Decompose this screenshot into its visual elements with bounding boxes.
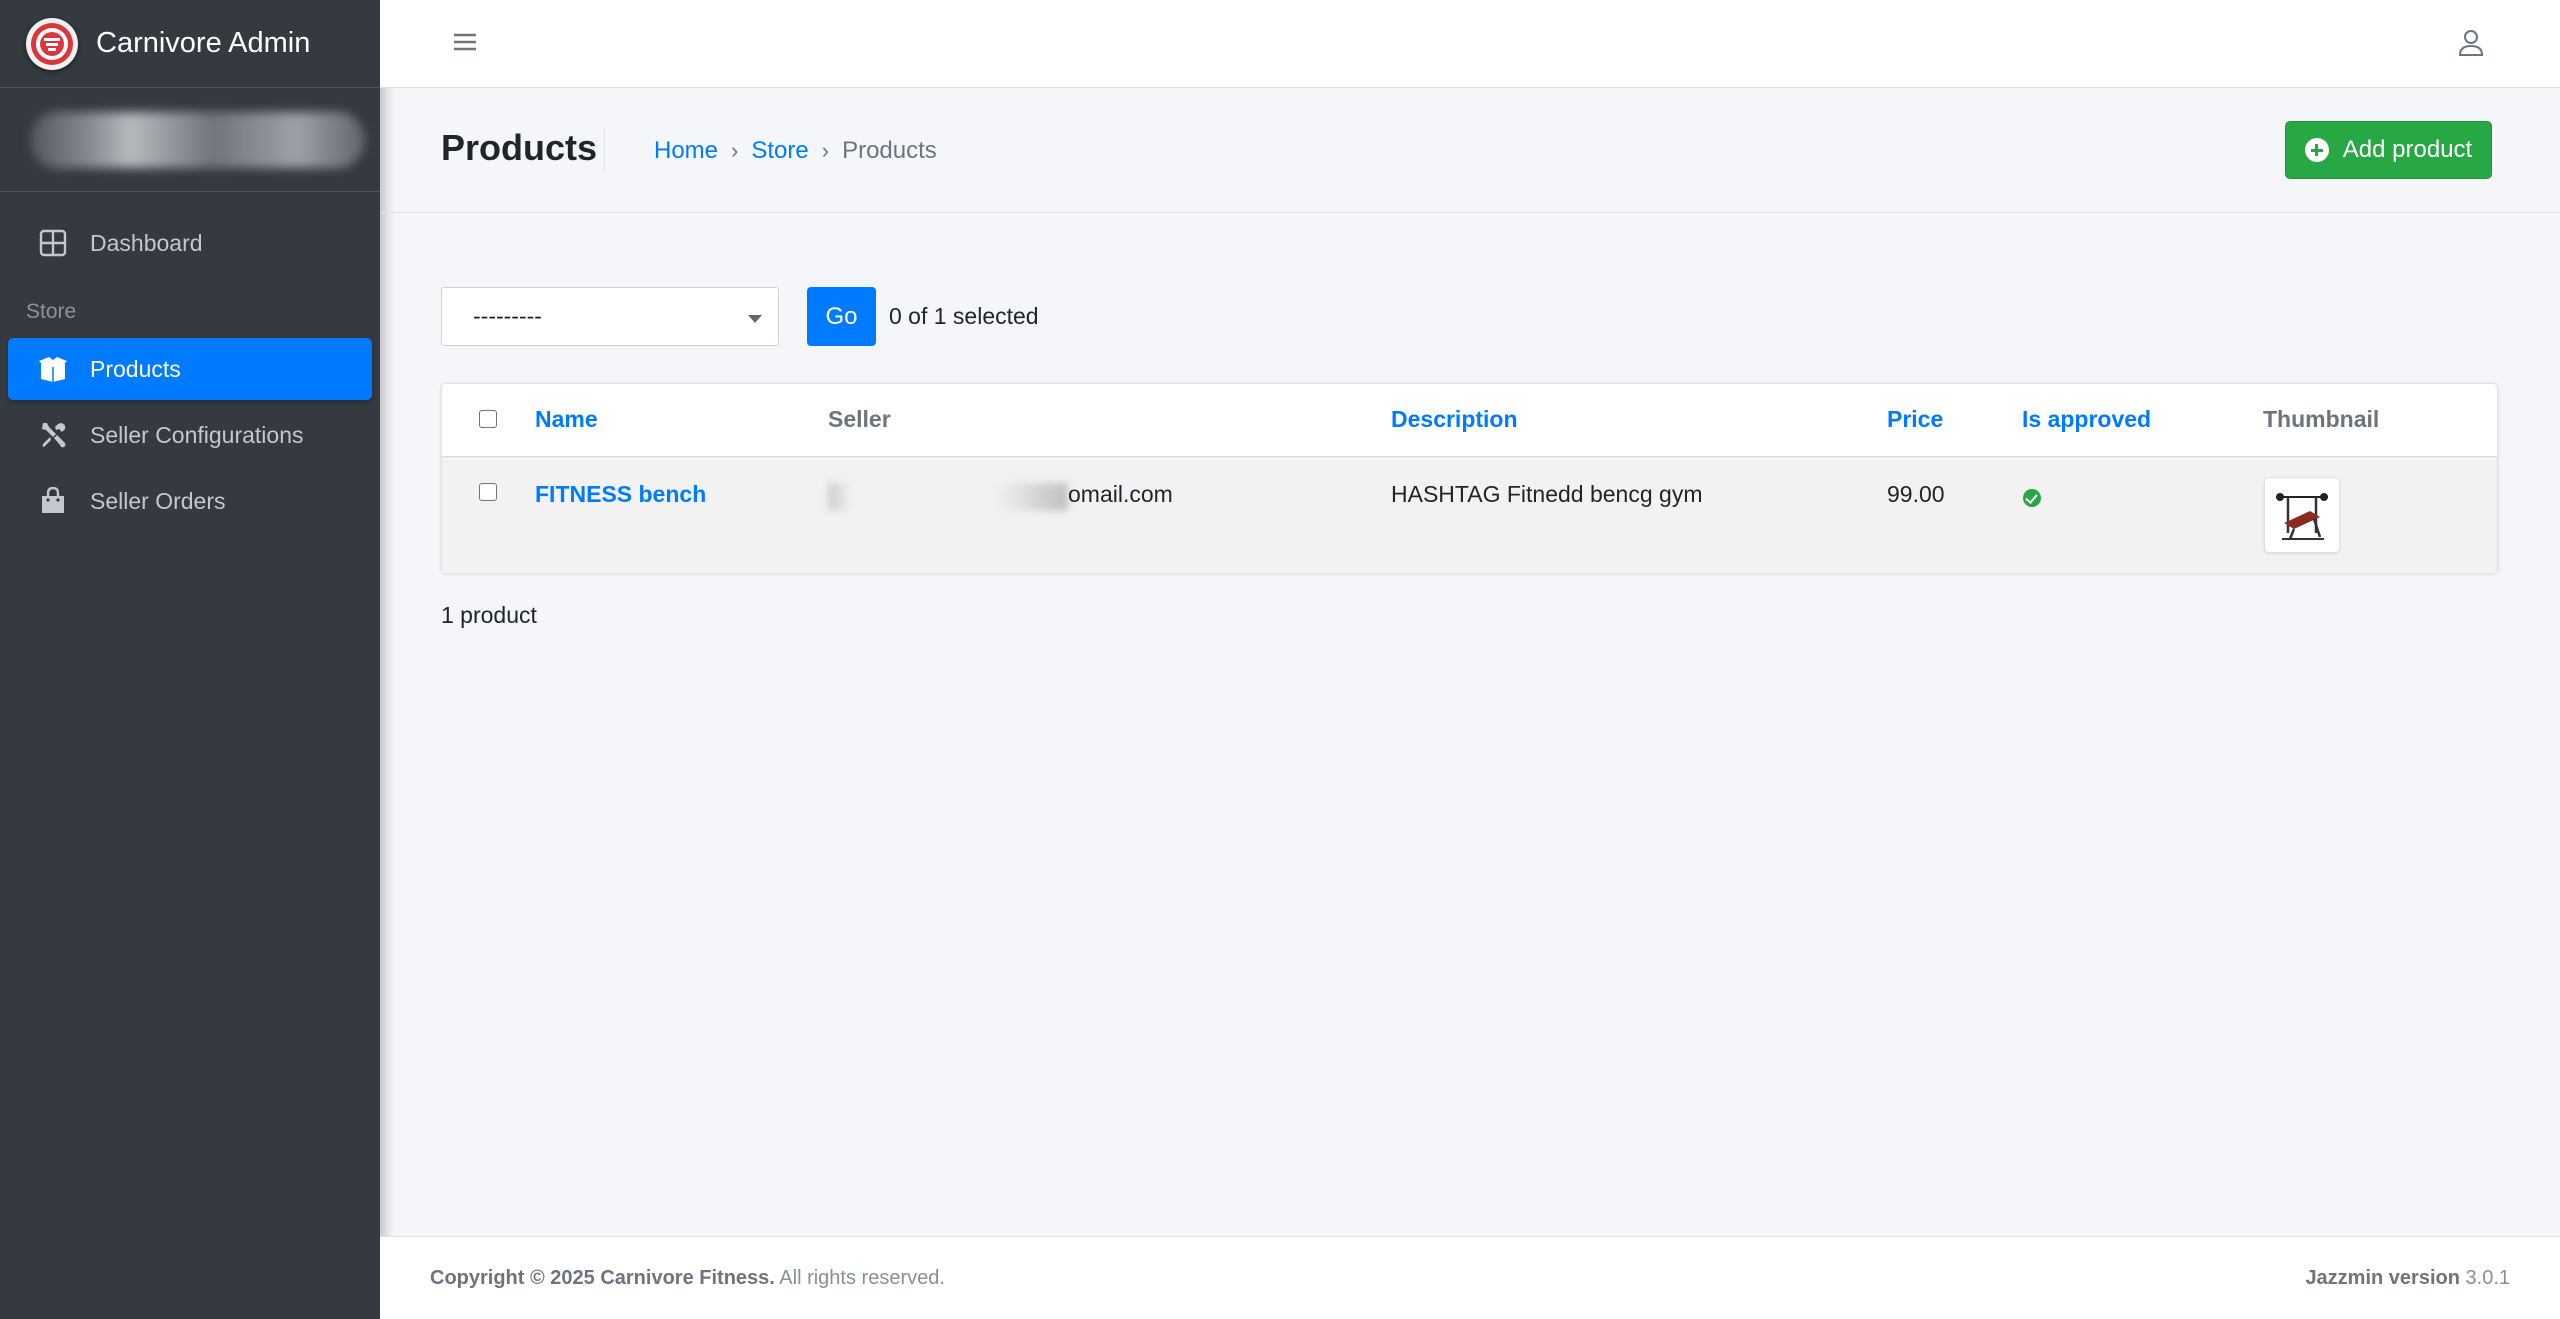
column-price[interactable]: Price (1887, 406, 1943, 433)
select-all-checkbox[interactable] (479, 410, 497, 428)
top-navbar (380, 0, 2560, 88)
brand-text: Carnivore Admin (96, 27, 311, 59)
column-is-approved[interactable]: Is approved (2022, 406, 2151, 433)
title-divider (604, 129, 605, 173)
footer: Copyright © 2025 Carnivore Fitness. All … (380, 1236, 2560, 1319)
products-table: Name Seller Description Price Is approve… (441, 383, 2498, 573)
sidebar-item-dashboard[interactable]: Dashboard (8, 212, 372, 274)
result-count: 1 product (441, 602, 537, 628)
sidebar-item-seller-orders[interactable]: Seller Orders (8, 470, 372, 532)
box-icon (38, 354, 68, 384)
chevron-down-icon (748, 315, 762, 323)
user-avatar-redacted (30, 111, 365, 168)
breadcrumb: Home › Store › Products (654, 137, 937, 165)
check-circle-icon (2023, 489, 2041, 507)
column-description[interactable]: Description (1391, 406, 1518, 433)
column-name[interactable]: Name (535, 406, 598, 433)
column-seller: Seller (828, 406, 891, 432)
breadcrumb-home[interactable]: Home (654, 137, 718, 165)
version-label: Jazzmin version (2305, 1267, 2460, 1289)
table-header: Name Seller Description Price Is approve… (442, 384, 2497, 458)
page-title: Products (441, 127, 598, 168)
tools-icon (38, 420, 68, 450)
version-number: 3.0.1 (2459, 1267, 2511, 1289)
user-menu-icon[interactable] (2456, 28, 2488, 60)
sidebar-item-label: Products (90, 355, 181, 382)
action-select-value: --------- (473, 303, 542, 329)
breadcrumb-current: Products (842, 137, 937, 164)
sidebar-item-seller-configurations[interactable]: Seller Configurations (8, 404, 372, 466)
brand-logo-icon (26, 17, 78, 70)
sidebar-item-products[interactable]: Products (8, 338, 372, 400)
plus-circle-icon (2304, 138, 2329, 162)
bulk-actions: --------- Go 0 of 1 selected (441, 287, 1039, 346)
brand-link[interactable]: Carnivore Admin (0, 0, 380, 88)
sidebar: Carnivore Admin Dashboard Store Products… (0, 0, 380, 1319)
user-panel[interactable] (0, 88, 380, 192)
row-checkbox[interactable] (479, 483, 497, 501)
sidebar-item-label: Seller Orders (90, 487, 226, 514)
table-row: FITNESS bench omail.com HASHTAG Fitnedd … (442, 459, 2497, 573)
column-thumbnail: Thumbnail (2263, 406, 2380, 432)
add-product-label: Add product (2342, 136, 2473, 163)
product-description: HASHTAG Fitnedd bencg gym (1391, 481, 1703, 507)
copyright-bold: Copyright © 2025 Carnivore Fitness. (430, 1267, 775, 1289)
version-info: Jazzmin version 3.0.1 (2305, 1267, 2510, 1290)
go-button[interactable]: Go (807, 287, 876, 346)
content-header: Products Home › Store › Products Add pro… (380, 89, 2560, 213)
product-name-link[interactable]: FITNESS bench (535, 481, 706, 508)
grid-icon (38, 228, 68, 258)
sidebar-section-store: Store (26, 300, 77, 323)
bench-image-icon (2276, 493, 2328, 540)
copyright: Copyright © 2025 Carnivore Fitness. All … (430, 1267, 945, 1290)
seller-redacted (828, 483, 1068, 511)
product-thumbnail[interactable] (2264, 477, 2340, 553)
add-product-button[interactable]: Add product (2285, 121, 2492, 179)
sidebar-item-label: Dashboard (90, 229, 203, 256)
copyright-rest: All rights reserved. (774, 1267, 945, 1289)
sidebar-item-label: Seller Configurations (90, 421, 304, 448)
selected-count: 0 of 1 selected (889, 303, 1039, 329)
action-select[interactable]: --------- (441, 287, 779, 346)
sidebar-nav: Dashboard Store Products Seller Configur… (0, 212, 380, 532)
menu-toggle-icon[interactable] (452, 29, 482, 59)
shopping-bag-icon (38, 486, 68, 516)
breadcrumb-store[interactable]: Store (751, 137, 808, 165)
breadcrumb-separator: › (821, 138, 830, 163)
breadcrumb-separator: › (731, 138, 739, 163)
seller-email-suffix: omail.com (1068, 481, 1173, 507)
product-price: 99.00 (1887, 481, 1945, 507)
